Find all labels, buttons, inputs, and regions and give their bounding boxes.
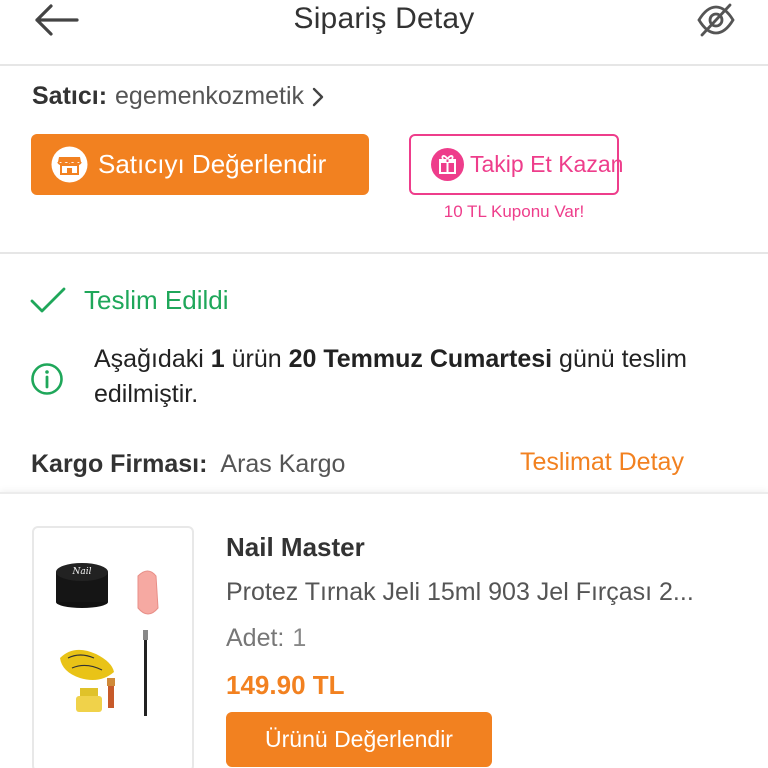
cargo-name: Aras Kargo	[220, 450, 346, 478]
seller-name: egemenkozmetik	[115, 82, 305, 110]
delivery-detail-link[interactable]: Teslimat Detay	[520, 448, 684, 477]
checkmark-icon	[30, 284, 68, 316]
svg-text:Nail: Nail	[72, 567, 92, 577]
item-count: 1	[210, 345, 225, 373]
follow-earn-button[interactable]: Takip Et Kazan	[409, 134, 623, 195]
store-icon	[51, 146, 88, 183]
product-image[interactable]: Nail	[32, 526, 194, 768]
header-bar: Sipariş Detay	[0, 0, 768, 66]
info-icon	[30, 362, 64, 396]
product-quantity: Adet: 1	[226, 624, 306, 653]
follow-earn-label: Takip Et Kazan	[470, 151, 624, 177]
delivery-info-text: Aşağıdaki 1 ürün 20 Temmuz Cumartesi gün…	[94, 345, 687, 408]
rate-seller-button[interactable]: Satıcıyı Değerlendir	[31, 134, 369, 195]
delivery-date: 20 Temmuz Cumartesi	[288, 345, 553, 373]
quantity-label: Adet:	[226, 624, 285, 652]
product-name[interactable]: Protez Tırnak Jeli 15ml 903 Jel Fırçası …	[226, 578, 742, 607]
seller-section: Satıcı: egemenkozmetik Satıcıyı Değerlen…	[0, 68, 768, 254]
chevron-right-icon	[312, 87, 324, 107]
delivery-status: Teslim Edildi	[30, 284, 229, 316]
product-card: Nail Nail Master Protez Tırnak Jeli 15ml…	[0, 492, 768, 768]
cargo-label: Kargo Firması:	[31, 450, 208, 478]
order-status-section: Teslim Edildi Aşağıdaki 1 ürün 20 Temmuz…	[0, 256, 768, 492]
product-brand: Nail Master	[226, 532, 365, 562]
quantity-value: 1	[292, 624, 307, 652]
product-price: 149.90 TL	[226, 670, 345, 700]
page-title: Sipariş Detay	[293, 2, 475, 35]
coupon-note: 10 TL Kuponu Var!	[443, 202, 585, 221]
seller-link[interactable]: Satıcı: egemenkozmetik	[32, 82, 324, 111]
status-label: Teslim Edildi	[84, 284, 229, 315]
seller-label: Satıcı:	[32, 82, 108, 110]
hide-toggle-button[interactable]	[692, 0, 740, 40]
gift-icon	[431, 148, 464, 181]
eye-off-icon	[697, 3, 735, 37]
rate-seller-label: Satıcıyı Değerlendir	[98, 149, 327, 179]
rate-product-button[interactable]: Ürünü Değerlendir	[226, 712, 492, 767]
cargo-company: Kargo Firması: Aras Kargo	[31, 450, 345, 479]
